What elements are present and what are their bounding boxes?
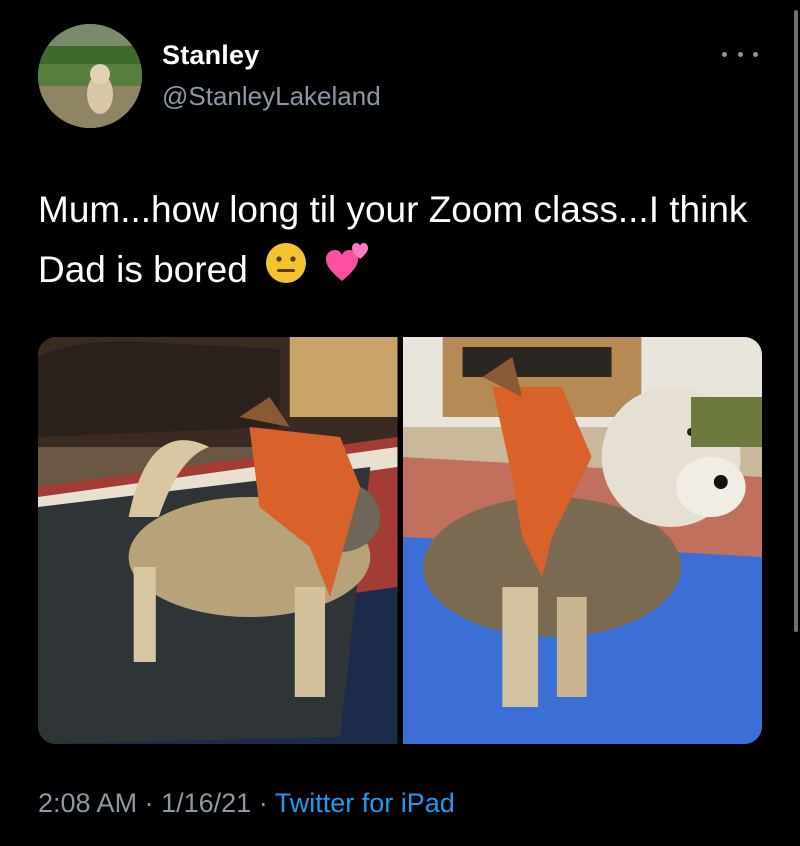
author-name[interactable]: Stanley	[162, 40, 259, 71]
tweet-photo-left[interactable]	[38, 337, 398, 744]
author-handle[interactable]: @StanleyLakeland	[162, 81, 381, 112]
more-dot	[722, 51, 727, 57]
scrollbar[interactable]	[794, 10, 798, 632]
tweet-photos	[38, 337, 762, 744]
tweet-text: Mum...how long til your Zoom class...I t…	[38, 180, 758, 303]
meta-separator: ·	[258, 788, 268, 818]
tweet-avatar[interactable]	[38, 24, 142, 128]
more-dot	[737, 51, 743, 57]
tweet-date[interactable]: 1/16/21	[161, 788, 251, 818]
more-options-icon[interactable]	[722, 44, 758, 64]
two-hearts-icon	[324, 241, 372, 303]
tweet-meta: 2:08 AM · 1/16/21 · Twitter for iPad	[38, 788, 455, 819]
tweet-photo-right[interactable]	[402, 337, 762, 744]
neutral-face-icon	[264, 241, 308, 303]
tweet-time[interactable]: 2:08 AM	[38, 788, 137, 818]
meta-separator: ·	[144, 788, 154, 818]
tweet-source-link[interactable]: Twitter for iPad	[275, 788, 455, 818]
more-dot	[753, 51, 758, 57]
tweet-text-body: Mum...how long til your Zoom class...I t…	[38, 189, 748, 290]
